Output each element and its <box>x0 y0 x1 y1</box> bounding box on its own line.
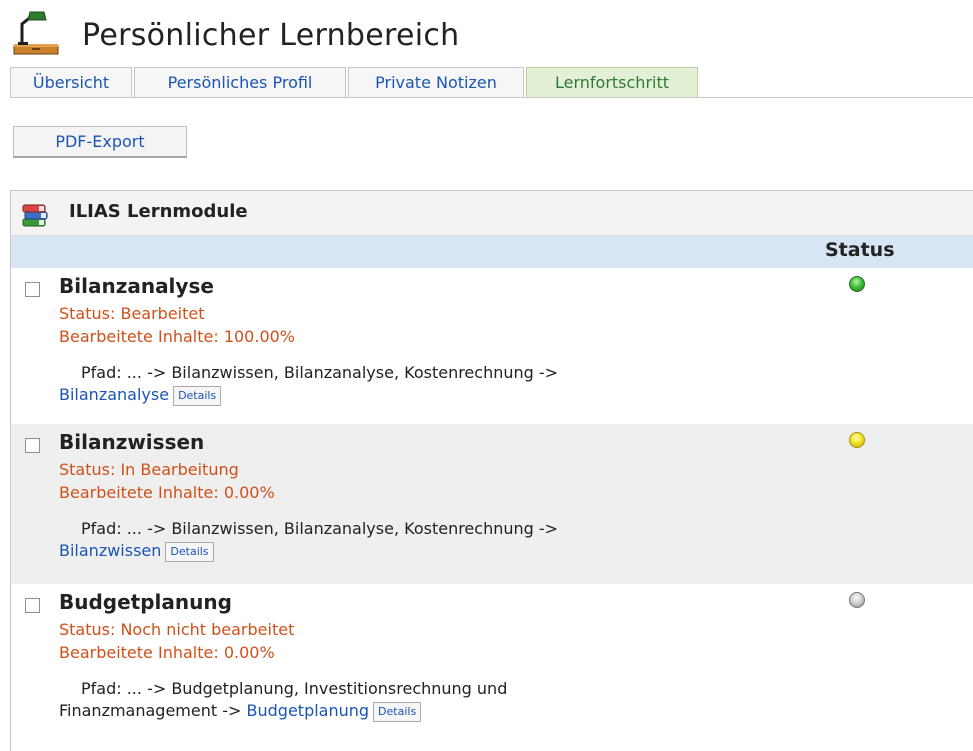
item-path: Pfad: ... -> Bilanzwissen, Bilanzanalyse… <box>81 363 559 382</box>
tab-bar: Übersicht Persönliches Profil Private No… <box>10 67 973 98</box>
status-light-icon <box>849 592 865 608</box>
path-link[interactable]: Bilanzwissen <box>59 541 161 560</box>
books-icon <box>22 204 48 227</box>
row-checkbox[interactable] <box>25 282 40 297</box>
item-status: Status: Bearbeitet <box>59 304 205 323</box>
item-progress: Bearbeitete Inhalte: 100.00% <box>59 327 295 346</box>
item-title[interactable]: Bilanzwissen <box>59 430 204 454</box>
status-column-header[interactable]: Status <box>825 239 895 261</box>
status-light-icon <box>849 276 865 292</box>
details-button[interactable]: Details <box>173 385 222 406</box>
item-path-tail: Bilanzwissen Details <box>59 541 214 562</box>
path-link[interactable]: Budgetplanung <box>247 701 370 720</box>
table-row: Budgetplanung Status: Noch nicht bearbei… <box>11 584 973 744</box>
item-title[interactable]: Budgetplanung <box>59 590 232 614</box>
item-path: Pfad: ... -> Budgetplanung, Investitions… <box>81 679 508 698</box>
table-header: ILIAS Lernmodule <box>11 191 973 236</box>
table-title: ILIAS Lernmodule <box>69 201 248 222</box>
row-checkbox[interactable] <box>25 598 40 613</box>
path-tail-text: Finanzmanagement -> <box>59 701 242 720</box>
item-progress: Bearbeitete Inhalte: 0.00% <box>59 483 275 502</box>
tab-lernfortschritt[interactable]: Lernfortschritt <box>526 67 698 97</box>
desk-lamp-icon <box>13 11 59 55</box>
row-checkbox[interactable] <box>25 438 40 453</box>
item-progress: Bearbeitete Inhalte: 0.00% <box>59 643 275 662</box>
path-link[interactable]: Bilanzanalyse <box>59 385 169 404</box>
item-path: Pfad: ... -> Bilanzwissen, Bilanzanalyse… <box>81 519 559 538</box>
item-path-tail: Finanzmanagement -> Budgetplanung Details <box>59 701 422 722</box>
page-title: Persönlicher Lernbereich <box>82 18 460 53</box>
item-title[interactable]: Bilanzanalyse <box>59 274 214 298</box>
status-light-icon <box>849 432 865 448</box>
item-status: Status: In Bearbeitung <box>59 460 239 479</box>
details-button[interactable]: Details <box>373 701 422 722</box>
table-row: Bilanzwissen Status: In Bearbeitung Bear… <box>11 424 973 584</box>
table-row: Bilanzanalyse Status: Bearbeitet Bearbei… <box>11 268 973 416</box>
tab-uebersicht[interactable]: Übersicht <box>10 67 132 97</box>
item-path-tail: Bilanzanalyse Details <box>59 385 222 406</box>
pdf-export-button[interactable]: PDF-Export <box>13 126 187 158</box>
page-header: Persönlicher Lernbereich <box>10 6 960 58</box>
tab-private-notizen[interactable]: Private Notizen <box>348 67 524 97</box>
item-status: Status: Noch nicht bearbeitet <box>59 620 295 639</box>
column-header-row: Status <box>11 236 973 268</box>
tab-persoenliches-profil[interactable]: Persönliches Profil <box>134 67 346 97</box>
learning-modules-table: ILIAS Lernmodule Status Bilanzanalyse St… <box>10 190 973 751</box>
details-button[interactable]: Details <box>165 541 214 562</box>
